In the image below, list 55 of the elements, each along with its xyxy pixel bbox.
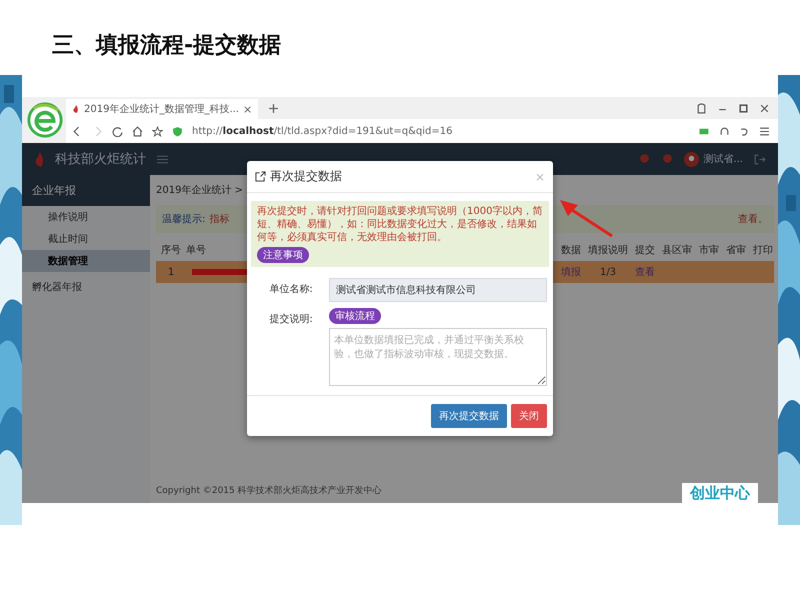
column-header: 单号 [186, 244, 207, 257]
table-cell-text: 1 [166, 266, 176, 278]
column-header: 提交 [634, 244, 656, 257]
tab-title: 2019年企业统计_数据管理_科技... [84, 102, 239, 116]
flame-icon [72, 105, 80, 113]
menu-icon[interactable] [759, 126, 770, 136]
note-field[interactable]: 本单位数据填报已完成，并通过平衡关系校验，也做了指标波动审核，现提交数据。 [329, 328, 547, 386]
sidebar-section[interactable]: 孵化器年报 [22, 272, 150, 302]
browser-tab[interactable]: 2019年企业统计_数据管理_科技... × [66, 99, 258, 119]
column-header: 序号 [160, 244, 182, 257]
app-brand: 科技部火炬统计 [55, 151, 146, 168]
submit-button[interactable]: 再次提交数据 [431, 404, 507, 428]
review-tag[interactable]: 审核流程 [329, 308, 381, 324]
slide-title: 三、填报流程-提交数据 [51, 32, 282, 60]
sidebar-item[interactable]: 截止时间 [22, 228, 150, 250]
field-label: 提交说明: [268, 312, 314, 326]
copyright-text: Copyright ©2015 科学技术部火炬高技术产业开发中心 [156, 484, 382, 498]
headphones-icon[interactable] [719, 126, 730, 136]
company-field[interactable]: 测试省测试市信息科技有限公司 [329, 278, 547, 302]
column-header: 省审 [725, 244, 747, 257]
avatar-icon[interactable] [684, 152, 700, 166]
tip-text: 指标 [209, 212, 230, 226]
table-cell-text: 1/3 [598, 266, 618, 278]
torch-icon [34, 152, 45, 166]
maximize-icon[interactable] [738, 102, 749, 114]
reload-icon[interactable] [112, 126, 123, 136]
tip-text: 查看。 [738, 212, 768, 226]
close-button[interactable]: 关闭 [511, 404, 547, 428]
column-header: 填报说明 [587, 244, 629, 257]
new-tab-icon[interactable] [268, 102, 280, 114]
table-cell-text: 填报 [560, 266, 582, 279]
share-icon [255, 171, 266, 182]
sidebar-section[interactable]: 企业年报 [22, 175, 150, 206]
star-icon[interactable] [152, 126, 163, 136]
sidebar-item[interactable]: 数据管理 [22, 250, 150, 272]
user-menu[interactable]: 测试省... [703, 152, 743, 166]
table-cell-text: 查看 [634, 266, 656, 279]
tip-label: 温馨提示: [162, 212, 206, 226]
field-label: 单位名称: [268, 282, 314, 296]
home-icon[interactable] [132, 126, 143, 136]
pointer-arrow [560, 200, 613, 238]
close-icon[interactable] [759, 102, 770, 114]
notice-tag: 注意事项 [257, 247, 309, 263]
logo-text: 创业中心 [682, 483, 758, 504]
column-header: 数据 [560, 244, 582, 257]
tab-close-button[interactable]: × [243, 102, 252, 116]
dialog-title: 再次提交数据 [270, 168, 342, 185]
shield-icon [172, 126, 183, 136]
column-header: 打印 [752, 244, 774, 257]
breadcrumb: 2019年企业统计 > [156, 184, 244, 198]
column-header: 县区审 [661, 244, 693, 257]
browser-logo-icon [26, 101, 64, 139]
notice-text: 再次提交时，请针对打回问题或要求填写说明（1000字以内，简短、精确、易懂），如：同比数据变化过大，是否修改，结果如何等，必须真实可信，无效理由会被打回。 [257, 205, 543, 244]
sidebar-item[interactable]: 操作说明 [22, 206, 150, 228]
column-header: 市审 [698, 244, 720, 257]
